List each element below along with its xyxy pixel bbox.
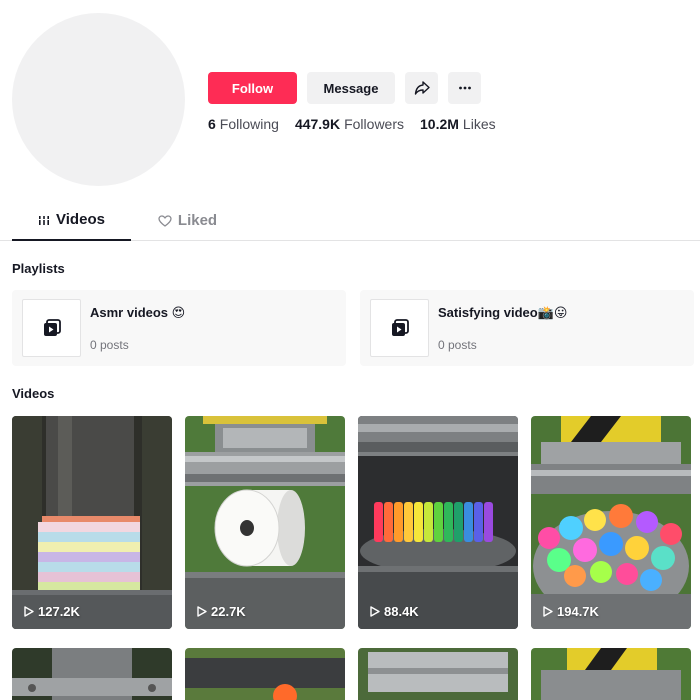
tab-videos-label: Videos: [56, 211, 105, 228]
view-count-text: 88.4K: [384, 604, 419, 619]
video-thumbnail[interactable]: [531, 648, 691, 700]
more-icon: [458, 86, 471, 90]
more-options-button[interactable]: [448, 72, 481, 104]
view-count: 194.7K: [543, 604, 599, 619]
playlist-icon: [391, 319, 409, 336]
playlists-heading: Playlists: [12, 261, 65, 276]
playlist-card[interactable]: Asmr videos 😍 0 posts: [12, 290, 346, 366]
video-thumbnail-image: [358, 648, 518, 700]
follow-button[interactable]: Follow: [208, 72, 297, 104]
videos-heading: Videos: [12, 386, 55, 401]
playlist-post-count: 0 posts: [90, 338, 129, 352]
profile-avatar[interactable]: [12, 13, 185, 186]
video-thumbnail[interactable]: [12, 648, 172, 700]
likes-count: 10.2M Likes: [420, 116, 496, 132]
tab-videos[interactable]: Videos: [12, 200, 131, 241]
video-thumbnail[interactable]: [358, 648, 518, 700]
playlist-card[interactable]: Satisfying video📸😛 0 posts: [360, 290, 694, 366]
view-count: 22.7K: [197, 604, 246, 619]
heart-lock-icon: [158, 214, 172, 227]
video-thumbnail-image: [185, 648, 345, 700]
share-button[interactable]: [405, 72, 438, 104]
play-icon: [197, 606, 207, 617]
video-thumbnail[interactable]: 22.7K: [185, 416, 345, 629]
video-thumbnail-image: [531, 416, 691, 629]
play-icon: [370, 606, 380, 617]
video-thumbnail-image: [12, 648, 172, 700]
playlist-thumbnail: [370, 299, 429, 357]
video-thumbnail-image: [12, 416, 172, 629]
play-icon: [24, 606, 34, 617]
profile-actions: Follow Message: [208, 72, 481, 104]
view-count: 88.4K: [370, 604, 419, 619]
play-icon: [543, 606, 553, 617]
view-count: 127.2K: [24, 604, 80, 619]
video-thumbnail-image: [531, 648, 691, 700]
tab-liked[interactable]: Liked: [140, 200, 235, 241]
profile-tabs: Videos Liked: [0, 200, 700, 241]
view-count-text: 127.2K: [38, 604, 80, 619]
followers-count[interactable]: 447.9K Followers: [295, 116, 404, 132]
playlist-title: Satisfying video📸😛: [438, 305, 568, 320]
video-thumbnail[interactable]: 88.4K: [358, 416, 518, 629]
video-thumbnail-image: [358, 416, 518, 629]
message-button[interactable]: Message: [307, 72, 395, 104]
tab-liked-label: Liked: [177, 212, 218, 229]
grid-icon: [39, 215, 50, 225]
playlist-post-count: 0 posts: [438, 338, 477, 352]
playlist-thumbnail: [22, 299, 81, 357]
video-thumbnail[interactable]: 194.7K: [531, 416, 691, 629]
share-icon: [414, 81, 430, 95]
view-count-text: 194.7K: [557, 604, 599, 619]
video-thumbnail-image: [185, 416, 345, 629]
playlist-title: Asmr videos 😍: [90, 305, 186, 320]
video-thumbnail[interactable]: [185, 648, 345, 700]
video-thumbnail[interactable]: 127.2K: [12, 416, 172, 629]
following-count[interactable]: 6 Following: [208, 116, 279, 132]
playlist-icon: [43, 319, 61, 336]
view-count-text: 22.7K: [211, 604, 246, 619]
profile-stats: 6 Following 447.9K Followers 10.2M Likes: [208, 116, 496, 132]
